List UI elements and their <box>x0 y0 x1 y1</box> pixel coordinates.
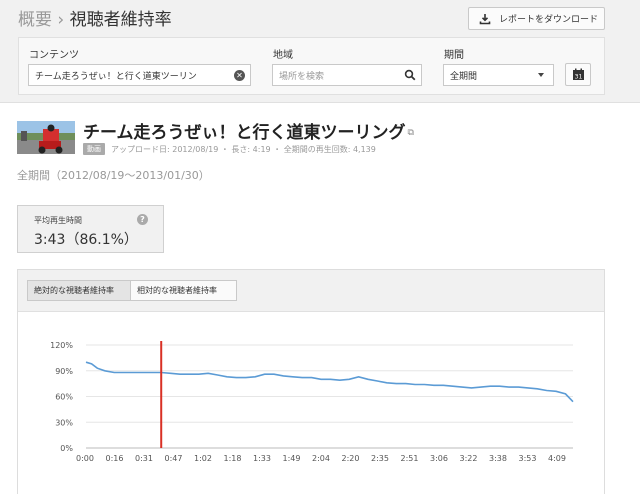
y-tick-label: 90% <box>55 367 73 376</box>
stat-value: 3:43（86.1%） <box>34 232 138 248</box>
x-tick-label: 0:31 <box>135 454 153 463</box>
filter-bar: コンテンツ チーム走ろうぜぃ！と行く道東ツーリン ✕ 地域 場所を検索 期間 全… <box>18 37 605 95</box>
period-select[interactable]: 全期間 <box>443 64 554 86</box>
help-icon[interactable]: ? <box>137 214 148 225</box>
calendar-day-text: 31 <box>574 74 582 81</box>
tab-relative-retention[interactable]: 相対的な視聴者維持率 <box>130 280 237 301</box>
video-meta-text: アップロード日: 2012/08/19 ・ 長さ: 4:19 ・ 全期間の再生回… <box>111 144 376 154</box>
video-type-badge: 動画 <box>83 143 105 155</box>
content-field[interactable]: チーム走ろうぜぃ！と行く道東ツーリン ✕ <box>28 64 251 86</box>
retention-chart[interactable]: 0% 30% 60% 90% 120% 0:00 0:16 0:31 0:47 1:02 1:18… <box>18 313 604 494</box>
x-tick-label: 0:47 <box>165 454 183 463</box>
breadcrumb: 概要 › 視聴者維持率 <box>18 5 172 30</box>
y-tick-label: 30% <box>55 418 73 427</box>
search-icon[interactable] <box>404 69 416 81</box>
date-range-text: 全期間（2012/08/19〜2013/01/30） <box>17 169 210 182</box>
x-tick-label: 2:04 <box>312 454 330 463</box>
chart-tabs-bar: 絶対的な視聴者維持率 相対的な視聴者維持率 <box>18 270 604 312</box>
x-tick-label: 0:16 <box>106 454 124 463</box>
region-search-input[interactable]: 場所を検索 <box>272 64 422 86</box>
x-tick-label: 1:18 <box>224 454 242 463</box>
x-tick-label: 4:09 <box>548 454 566 463</box>
y-tick-label: 0% <box>60 444 73 453</box>
stat-label: 平均再生時間 <box>34 216 82 225</box>
x-tick-label: 2:51 <box>401 454 419 463</box>
x-tick-label: 0:00 <box>76 454 94 463</box>
region-placeholder: 場所を検索 <box>279 71 325 82</box>
x-tick-label: 3:38 <box>489 454 507 463</box>
download-report-button[interactable]: レポートをダウンロード <box>468 7 605 30</box>
calendar-button[interactable]: 31 <box>565 63 591 86</box>
x-tick-label: 3:53 <box>519 454 537 463</box>
breadcrumb-separator: › <box>57 10 65 30</box>
page-title: 視聴者維持率 <box>69 10 172 30</box>
retention-line <box>85 361 574 403</box>
x-tick-label: 1:33 <box>253 454 271 463</box>
period-label: 期間 <box>444 50 464 61</box>
video-title-text: チーム走ろうぜぃ！と行く道東ツーリング <box>83 123 406 143</box>
calendar-icon: 31 <box>572 68 584 81</box>
x-tick-label: 3:22 <box>460 454 478 463</box>
top-panel: 概要 › 視聴者維持率 レポートをダウンロード コンテンツ チーム走ろうぜぃ！と… <box>0 0 640 103</box>
video-thumbnail[interactable] <box>17 121 75 154</box>
download-report-label: レポートをダウンロード <box>499 15 599 25</box>
download-icon <box>479 13 491 24</box>
content-value: チーム走ろうぜぃ！と行く道東ツーリン <box>35 71 197 82</box>
breadcrumb-parent[interactable]: 概要 <box>18 10 52 30</box>
x-tick-label: 2:20 <box>342 454 360 463</box>
external-link-icon[interactable]: ⧉ <box>408 128 414 138</box>
video-title[interactable]: チーム走ろうぜぃ！と行く道東ツーリング ⧉ <box>83 118 414 143</box>
average-view-duration-card: 平均再生時間 3:43（86.1%） ? <box>17 205 164 253</box>
x-tick-label: 1:49 <box>283 454 301 463</box>
retention-chart-panel: 絶対的な視聴者維持率 相対的な視聴者維持率 0% 30% 60% 90% 120% 0:… <box>17 269 605 494</box>
x-tick-label: 1:02 <box>194 454 212 463</box>
region-label: 地域 <box>273 50 293 61</box>
content-label: コンテンツ <box>29 50 79 61</box>
clear-icon[interactable]: ✕ <box>234 70 245 81</box>
period-value: 全期間 <box>450 71 478 82</box>
y-tick-label: 60% <box>55 393 73 402</box>
video-meta: 動画 アップロード日: 2012/08/19 ・ 長さ: 4:19 ・ 全期間の… <box>83 143 376 155</box>
tab-absolute-retention[interactable]: 絶対的な視聴者維持率 <box>27 280 131 301</box>
chevron-down-icon <box>538 73 544 77</box>
x-tick-label: 3:06 <box>430 454 448 463</box>
y-tick-label: 120% <box>50 341 73 350</box>
video-header: チーム走ろうぜぃ！と行く道東ツーリング ⧉ 動画 アップロード日: 2012/08… <box>17 121 617 161</box>
x-tick-label: 2:35 <box>371 454 389 463</box>
